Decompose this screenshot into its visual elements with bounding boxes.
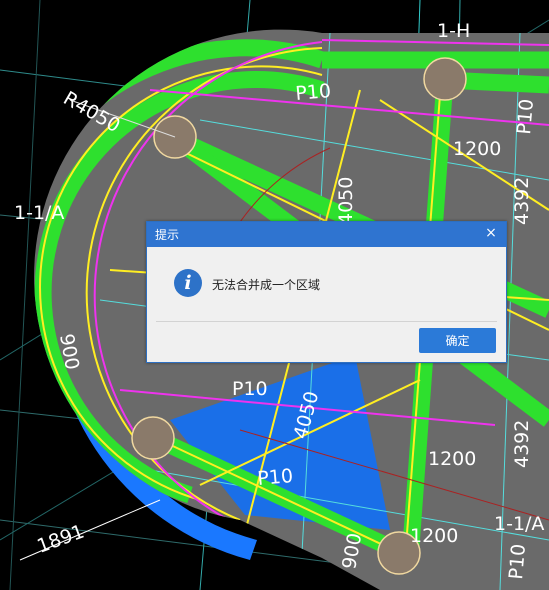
- dim-1200-mid: 1200: [428, 448, 476, 470]
- dialog-message: 无法合并成一个区域: [212, 278, 321, 292]
- ok-button[interactable]: 确定: [419, 328, 496, 353]
- axis-label-1-1-a-right: 1-1/A: [494, 513, 544, 535]
- dim-1200-bottom: 1200: [410, 525, 458, 547]
- p10-label-lower: P10: [257, 465, 294, 490]
- dialog-titlebar[interactable]: 提示 ×: [147, 222, 506, 247]
- close-icon[interactable]: ×: [484, 225, 498, 241]
- p10-label-right: P10: [513, 98, 538, 135]
- dim-4392-top: 4392: [511, 177, 533, 225]
- p10-label-middle: P10: [232, 378, 268, 400]
- column-top-right: [423, 57, 467, 101]
- dialog-title: 提示: [155, 228, 180, 242]
- alert-dialog: 提示 × i 无法合并成一个区域 确定: [146, 221, 507, 363]
- dim-1200-top: 1200: [453, 138, 501, 160]
- p10-label-top: P10: [295, 80, 332, 105]
- dialog-divider: [156, 321, 497, 322]
- dim-4392-bottom: 4392: [511, 420, 533, 468]
- dim-1891: 1891: [34, 520, 87, 557]
- column-bottom-left: [131, 416, 175, 460]
- axis-label-1-h: 1-H: [437, 20, 470, 42]
- p10-label-bottom-right: P10: [505, 543, 530, 580]
- dim-4050-top: 4050: [335, 177, 357, 225]
- axis-label-1-1-a-left: 1-1/A: [14, 202, 64, 224]
- info-icon: i: [174, 269, 202, 297]
